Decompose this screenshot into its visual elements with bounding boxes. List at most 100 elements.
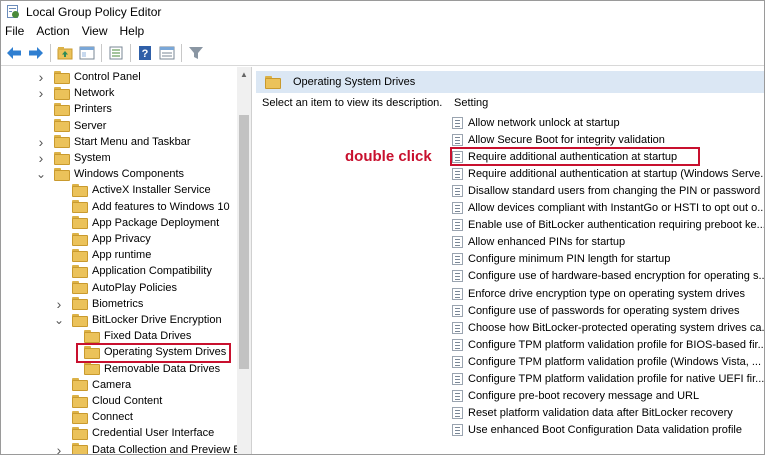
setting-row[interactable]: Disallow standard users from changing th… — [452, 182, 764, 199]
tree-item[interactable]: ⌄ Windows Components — [35, 166, 184, 182]
chevron-right-icon[interactable]: › — [53, 442, 65, 454]
menu-file[interactable]: File — [1, 22, 30, 41]
setting-row[interactable]: Choose how BitLocker-protected operating… — [452, 319, 764, 336]
tree-item-label: App runtime — [92, 249, 152, 262]
tree-scrollbar[interactable]: ▲ — [237, 67, 251, 454]
tree-item-label: Add features to Windows 10 — [92, 200, 230, 213]
chevron-right-icon[interactable]: › — [35, 85, 47, 101]
setting-row[interactable]: Configure TPM platform validation profil… — [452, 371, 764, 388]
toolbar-separator — [181, 44, 182, 62]
tree-item[interactable]: › System — [35, 150, 111, 166]
chevron-down-icon[interactable]: ⌄ — [35, 166, 47, 182]
setting-row[interactable]: Enforce drive encryption type on operati… — [452, 285, 764, 302]
tree-item-label: Start Menu and Taskbar — [74, 135, 191, 148]
up-folder-icon[interactable] — [54, 42, 76, 64]
setting-row[interactable]: Allow Secure Boot for integrity validati… — [452, 131, 764, 148]
properties-icon[interactable] — [156, 42, 178, 64]
tree-item[interactable]: › Data Collection and Preview Bui — [53, 442, 249, 454]
description-text: Select an item to view its description. — [262, 97, 443, 109]
show-hide-tree-icon[interactable] — [76, 42, 98, 64]
setting-row[interactable]: Require additional authentication at sta… — [452, 165, 765, 182]
folder-icon — [72, 297, 88, 311]
setting-row[interactable]: Configure minimum PIN length for startup — [452, 251, 764, 268]
help-icon[interactable]: ? — [134, 42, 156, 64]
forward-icon[interactable] — [25, 42, 47, 64]
tree-item[interactable]: App Package Deployment — [53, 215, 219, 231]
toolbar-separator — [50, 44, 51, 62]
tree-item[interactable]: › Network — [35, 85, 115, 101]
folder-icon — [72, 313, 88, 327]
setting-label: Require additional authentication at sta… — [468, 167, 765, 180]
tree-item[interactable]: Application Compatibility — [53, 263, 212, 279]
chevron-right-icon[interactable]: › — [35, 69, 47, 85]
toolbar: ? — [1, 41, 764, 66]
scroll-up-icon[interactable]: ▲ — [237, 67, 251, 81]
folder-icon — [72, 281, 88, 295]
setting-row[interactable]: Allow enhanced PINs for startup — [452, 234, 764, 251]
setting-row[interactable]: Enable use of BitLocker authentication r… — [452, 217, 764, 234]
tree-item[interactable]: Credential User Interface — [53, 425, 214, 441]
policy-setting-icon — [452, 253, 463, 266]
setting-row[interactable]: Configure TPM platform validation profil… — [452, 353, 764, 370]
setting-row[interactable]: Reset platform validation data after Bit… — [452, 405, 764, 422]
tree-item-label: AutoPlay Policies — [92, 281, 177, 294]
scrollbar-thumb[interactable] — [239, 115, 249, 369]
tree-item[interactable]: › Biometrics — [53, 296, 144, 312]
setting-row[interactable]: Allow network unlock at startup — [452, 114, 764, 131]
tree-item[interactable]: Add features to Windows 10 — [53, 199, 230, 215]
setting-column-header[interactable]: Setting — [454, 97, 488, 109]
tree-item[interactable]: › Control Panel — [35, 69, 141, 85]
tree-item-label: Fixed Data Drives — [104, 330, 192, 343]
folder-icon — [72, 378, 88, 392]
tree-item[interactable]: ⌄ BitLocker Drive Encryption — [53, 312, 222, 328]
filter-icon[interactable] — [185, 42, 207, 64]
double-click-annotation: double click — [345, 148, 432, 165]
menu-action[interactable]: Action — [30, 22, 75, 41]
setting-label: Configure TPM platform validation profil… — [468, 355, 762, 368]
tree-item[interactable]: App Privacy — [53, 231, 151, 247]
back-icon[interactable] — [3, 42, 25, 64]
tree-item[interactable]: ActiveX Installer Service — [53, 182, 211, 198]
chevron-down-icon[interactable]: ⌄ — [53, 312, 65, 328]
setting-row[interactable]: Configure use of passwords for operating… — [452, 302, 764, 319]
policy-setting-icon — [452, 373, 463, 385]
folder-icon — [72, 426, 88, 440]
tree-item[interactable]: Connect — [53, 409, 133, 425]
tree-item-label: Control Panel — [74, 71, 141, 83]
tree-item[interactable]: Cloud Content — [53, 393, 162, 409]
highlighted-setting-box — [450, 147, 700, 166]
tree-item[interactable]: Camera — [53, 377, 131, 393]
policy-setting-icon — [452, 287, 463, 300]
tree-item[interactable]: › Start Menu and Taskbar — [35, 134, 191, 150]
setting-row[interactable]: Configure TPM platform validation profil… — [452, 336, 764, 353]
tree-item[interactable]: Fixed Data Drives — [65, 328, 191, 344]
chevron-right-icon[interactable]: › — [53, 296, 65, 312]
tree-item[interactable]: Server — [35, 118, 106, 134]
setting-row[interactable]: Configure pre-boot recovery message and … — [452, 388, 764, 405]
menu-bar: File Action View Help — [1, 22, 764, 41]
menu-view[interactable]: View — [76, 22, 114, 41]
tree-item[interactable]: AutoPlay Policies — [53, 280, 177, 296]
policy-setting-icon — [452, 167, 463, 180]
setting-row[interactable]: Configure use of hardware-based encrypti… — [452, 268, 764, 285]
folder-icon — [72, 248, 88, 262]
chevron-right-icon[interactable]: › — [35, 150, 47, 166]
tree-item[interactable]: Printers — [35, 101, 112, 117]
details-header-title: Operating System Drives — [293, 76, 416, 88]
export-list-icon[interactable] — [105, 42, 127, 64]
tree-item-label: Application Compatibility — [92, 265, 212, 278]
selected-node-highlight — [76, 343, 231, 363]
folder-icon — [54, 70, 70, 84]
setting-label: Allow enhanced PINs for startup — [468, 236, 626, 249]
menu-help[interactable]: Help — [114, 22, 151, 41]
folder-icon — [72, 232, 88, 246]
chevron-right-icon[interactable]: › — [35, 134, 47, 150]
tree-item[interactable]: App runtime — [53, 247, 151, 263]
policy-setting-icon — [452, 355, 463, 368]
setting-row[interactable]: Allow devices compliant with InstantGo o… — [452, 200, 764, 217]
setting-row[interactable]: Use enhanced Boot Configuration Data val… — [452, 422, 764, 439]
setting-label: Enforce drive encryption type on operati… — [468, 287, 745, 300]
